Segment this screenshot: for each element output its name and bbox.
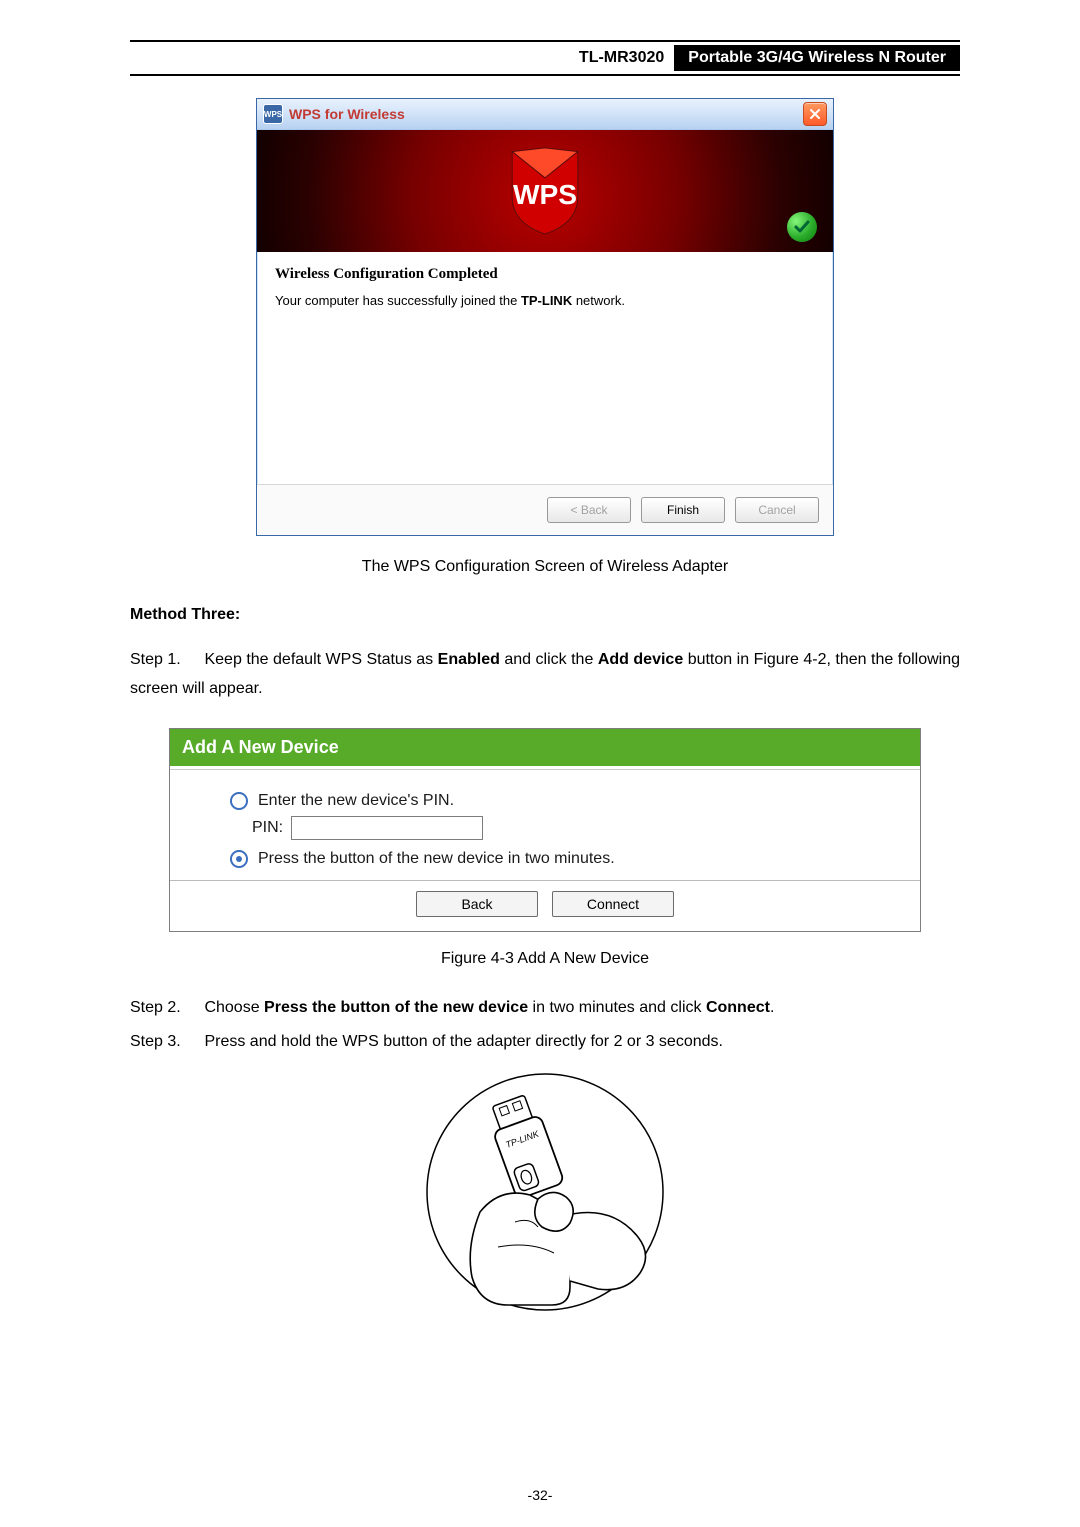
step-3: Step 3. Press and hold the WPS button of… (130, 1028, 960, 1057)
add-device-title: Add A New Device (170, 729, 920, 766)
step-2-text-c: . (770, 999, 774, 1016)
adapter-illustration: TP-LINK (130, 1067, 960, 1317)
wps-status-post: network. (572, 293, 625, 308)
pin-row: PIN: (190, 816, 900, 840)
wps-caption: The WPS Configuration Screen of Wireless… (130, 558, 960, 576)
wps-status-title: Wireless Configuration Completed (275, 266, 815, 283)
wps-app-icon: WPS (263, 104, 283, 124)
connect-button[interactable]: Connect (552, 891, 674, 917)
wps-status-pre: Your computer has successfully joined th… (275, 293, 521, 308)
step-2-text-b: in two minutes and click (528, 999, 706, 1016)
step-2-bold-a: Press the button of the new device (264, 999, 528, 1016)
figure-caption: Figure 4-3 Add A New Device (130, 950, 960, 968)
model-description: Portable 3G/4G Wireless N Router (674, 45, 960, 71)
add-device-panel: Add A New Device Enter the new device's … (169, 728, 921, 932)
back-button: < Back (547, 497, 631, 523)
doc-header: TL-MR3020 Portable 3G/4G Wireless N Rout… (130, 40, 960, 76)
page-number: -32- (0, 1487, 1080, 1503)
step-1-bold-a: Enabled (438, 651, 500, 668)
step-3-text: Press and hold the WPS button of the ada… (204, 1033, 723, 1050)
option-press-button[interactable]: Press the button of the new device in tw… (190, 850, 900, 868)
step-1-text-a: Keep the default WPS Status as (204, 651, 437, 668)
add-device-footer: Back Connect (170, 880, 920, 931)
wps-footer: < Back Finish Cancel (257, 484, 833, 535)
wps-dialog: WPS WPS for Wireless WPS (256, 98, 834, 536)
svg-text:WPS: WPS (513, 179, 577, 210)
pin-label: PIN: (252, 819, 283, 837)
wps-titlebar: WPS WPS for Wireless (257, 99, 833, 130)
wps-banner: WPS (257, 130, 833, 252)
option-press-button-label: Press the button of the new device in tw… (258, 850, 615, 868)
step-1: Step 1. Keep the default WPS Status as E… (130, 646, 960, 704)
step-1-label: Step 1. (130, 646, 200, 675)
finish-button[interactable]: Finish (641, 497, 725, 523)
close-icon[interactable] (803, 102, 827, 126)
option-enter-pin-label: Enter the new device's PIN. (258, 792, 454, 810)
wps-title: WPS for Wireless (289, 106, 803, 122)
wps-network-name: TP-LINK (521, 293, 572, 308)
step-1-text-b: and click the (500, 651, 598, 668)
wps-logo-icon: WPS (505, 146, 585, 236)
pin-input[interactable] (291, 816, 483, 840)
back-button[interactable]: Back (416, 891, 538, 917)
wps-body: Wireless Configuration Completed Your co… (257, 252, 833, 484)
model-number: TL-MR3020 (569, 45, 674, 71)
checkmark-icon (787, 212, 817, 242)
step-2: Step 2. Choose Press the button of the n… (130, 994, 960, 1023)
wps-status-message: Your computer has successfully joined th… (275, 293, 815, 308)
add-device-body: Enter the new device's PIN. PIN: Press t… (170, 770, 920, 880)
option-enter-pin[interactable]: Enter the new device's PIN. (190, 792, 900, 810)
cancel-button: Cancel (735, 497, 819, 523)
step-2-text-a: Choose (204, 999, 264, 1016)
step-2-label: Step 2. (130, 994, 200, 1023)
method-heading: Method Three: (130, 606, 960, 624)
radio-icon[interactable] (230, 792, 248, 810)
step-2-bold-b: Connect (706, 999, 770, 1016)
step-3-label: Step 3. (130, 1028, 200, 1057)
radio-icon[interactable] (230, 850, 248, 868)
step-1-bold-b: Add device (598, 651, 683, 668)
